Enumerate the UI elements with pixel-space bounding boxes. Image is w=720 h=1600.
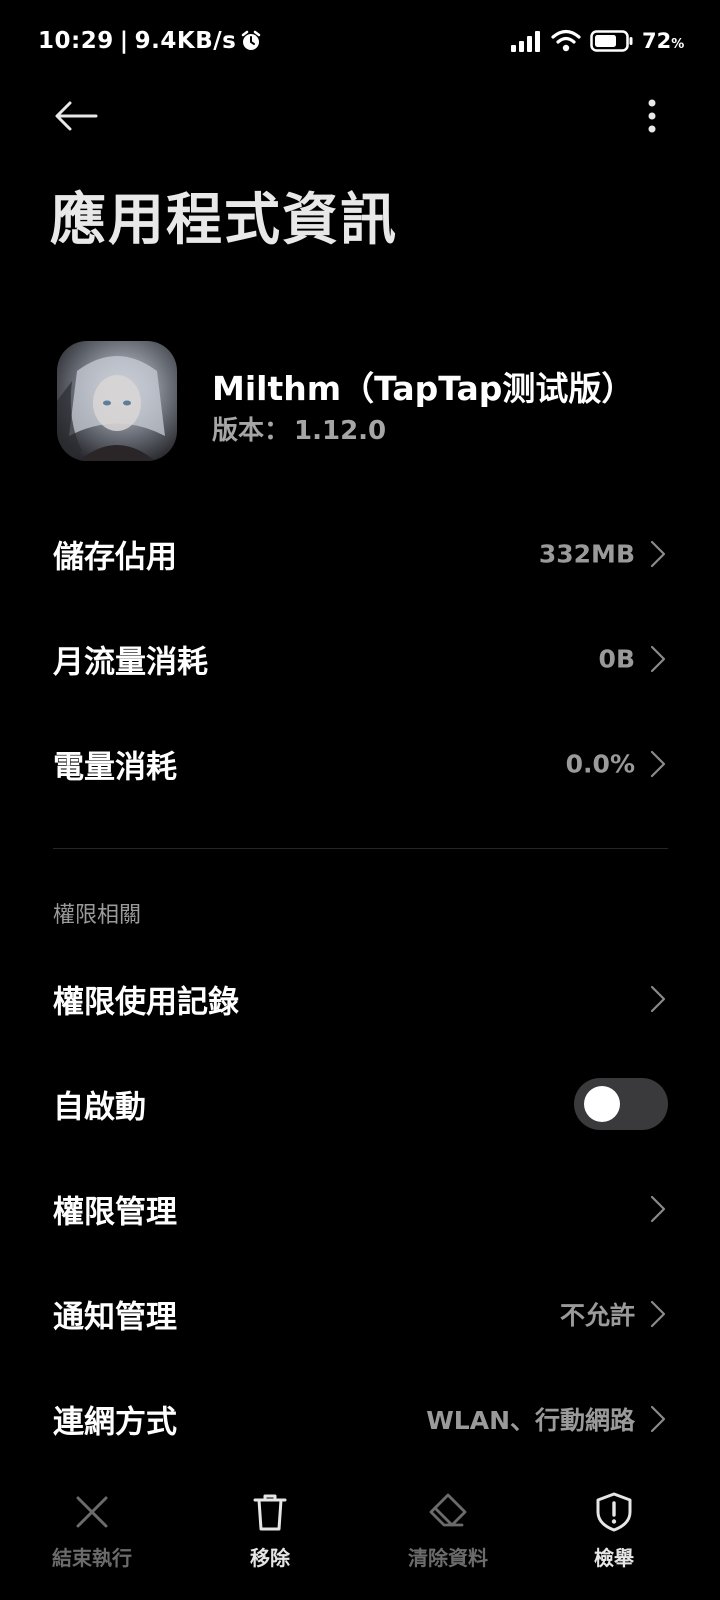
battery-usage-label: 電量消耗 xyxy=(53,749,177,786)
shield-alert-icon xyxy=(596,1492,632,1532)
alarm-icon xyxy=(241,30,261,50)
app-icon-artwork xyxy=(57,356,165,461)
chevron-right-icon xyxy=(650,750,666,778)
force-stop-button[interactable]: 結束執行 xyxy=(22,1480,162,1580)
app-version-label: 版本： xyxy=(212,416,291,446)
toggle-knob xyxy=(584,1086,620,1122)
section-divider xyxy=(53,848,668,849)
close-icon xyxy=(76,1496,108,1528)
signal-icon xyxy=(511,31,540,52)
force-stop-label: 結束執行 xyxy=(52,1546,132,1570)
notification-management-value: 不允許 xyxy=(559,1301,635,1330)
clear-data-button[interactable]: 清除資料 xyxy=(378,1480,518,1580)
app-version-value: 1.12.0 xyxy=(294,416,387,446)
permission-history-row[interactable]: 權限使用記錄 xyxy=(0,947,720,1051)
network-access-row[interactable]: 連網方式 WLAN、行動網路 xyxy=(0,1367,720,1471)
permission-management-label: 權限管理 xyxy=(53,1194,177,1231)
storage-label: 儲存佔用 xyxy=(53,539,177,576)
chevron-right-icon xyxy=(650,1300,666,1328)
storage-value: 332MB xyxy=(538,539,635,569)
network-access-value: WLAN、行動網路 xyxy=(426,1406,635,1435)
more-vertical-icon xyxy=(648,99,656,133)
permission-management-row[interactable]: 權限管理 xyxy=(0,1157,720,1261)
clear-data-label: 清除資料 xyxy=(408,1546,488,1570)
data-usage-row[interactable]: 月流量消耗 0B xyxy=(0,607,720,711)
autostart-toggle[interactable] xyxy=(574,1078,668,1130)
chevron-right-icon xyxy=(650,645,666,673)
more-options-button[interactable] xyxy=(630,92,674,140)
arrow-left-icon xyxy=(55,101,98,131)
page-title: 應用程式資訊 xyxy=(50,188,398,253)
storage-row[interactable]: 儲存佔用 332MB xyxy=(0,502,720,606)
data-usage-label: 月流量消耗 xyxy=(53,644,208,681)
battery-icon xyxy=(590,30,633,52)
battery-usage-value: 0.0% xyxy=(565,749,635,779)
uninstall-label: 移除 xyxy=(250,1546,290,1570)
battery-percent-unit: % xyxy=(671,37,685,52)
app-name: Milthm（TapTap测试版） xyxy=(212,369,635,408)
status-separator: | xyxy=(119,28,129,54)
autostart-label: 自啟動 xyxy=(53,1089,146,1126)
battery-percent-value: 72 xyxy=(642,29,672,53)
notification-management-label: 通知管理 xyxy=(53,1299,177,1336)
report-button[interactable]: 檢舉 xyxy=(544,1480,684,1580)
chevron-right-icon xyxy=(650,985,666,1013)
autostart-row: 自啟動 xyxy=(0,1052,720,1156)
battery-usage-row[interactable]: 電量消耗 0.0% xyxy=(0,712,720,816)
data-usage-value: 0B xyxy=(598,644,635,674)
app-icon xyxy=(57,341,177,461)
chevron-right-icon xyxy=(650,540,666,568)
eraser-icon xyxy=(429,1493,467,1527)
notification-management-row[interactable]: 通知管理 不允許 xyxy=(0,1262,720,1366)
wifi-icon xyxy=(551,29,581,52)
permission-history-label: 權限使用記錄 xyxy=(53,984,239,1021)
chevron-right-icon xyxy=(650,1405,666,1433)
back-button[interactable] xyxy=(50,92,102,140)
bottom-action-bar: 結束執行 移除 清除資料 檢舉 xyxy=(0,1480,720,1600)
status-bar: 10:29 | 9.4KB/s 72% xyxy=(0,0,720,86)
uninstall-button[interactable]: 移除 xyxy=(200,1480,340,1580)
status-net-speed: 9.4KB/s xyxy=(134,28,237,54)
network-access-label: 連網方式 xyxy=(53,1404,177,1441)
permissions-section-header: 權限相關 xyxy=(53,903,142,928)
battery-percent: 72% xyxy=(642,29,684,53)
trash-icon xyxy=(253,1494,287,1531)
app-version: 版本： 1.12.0 xyxy=(212,410,386,447)
status-time: 10:29 xyxy=(38,28,114,54)
report-label: 檢舉 xyxy=(594,1546,634,1570)
status-time-speed: 10:29 | 9.4KB/s xyxy=(38,28,236,54)
chevron-right-icon xyxy=(650,1195,666,1223)
